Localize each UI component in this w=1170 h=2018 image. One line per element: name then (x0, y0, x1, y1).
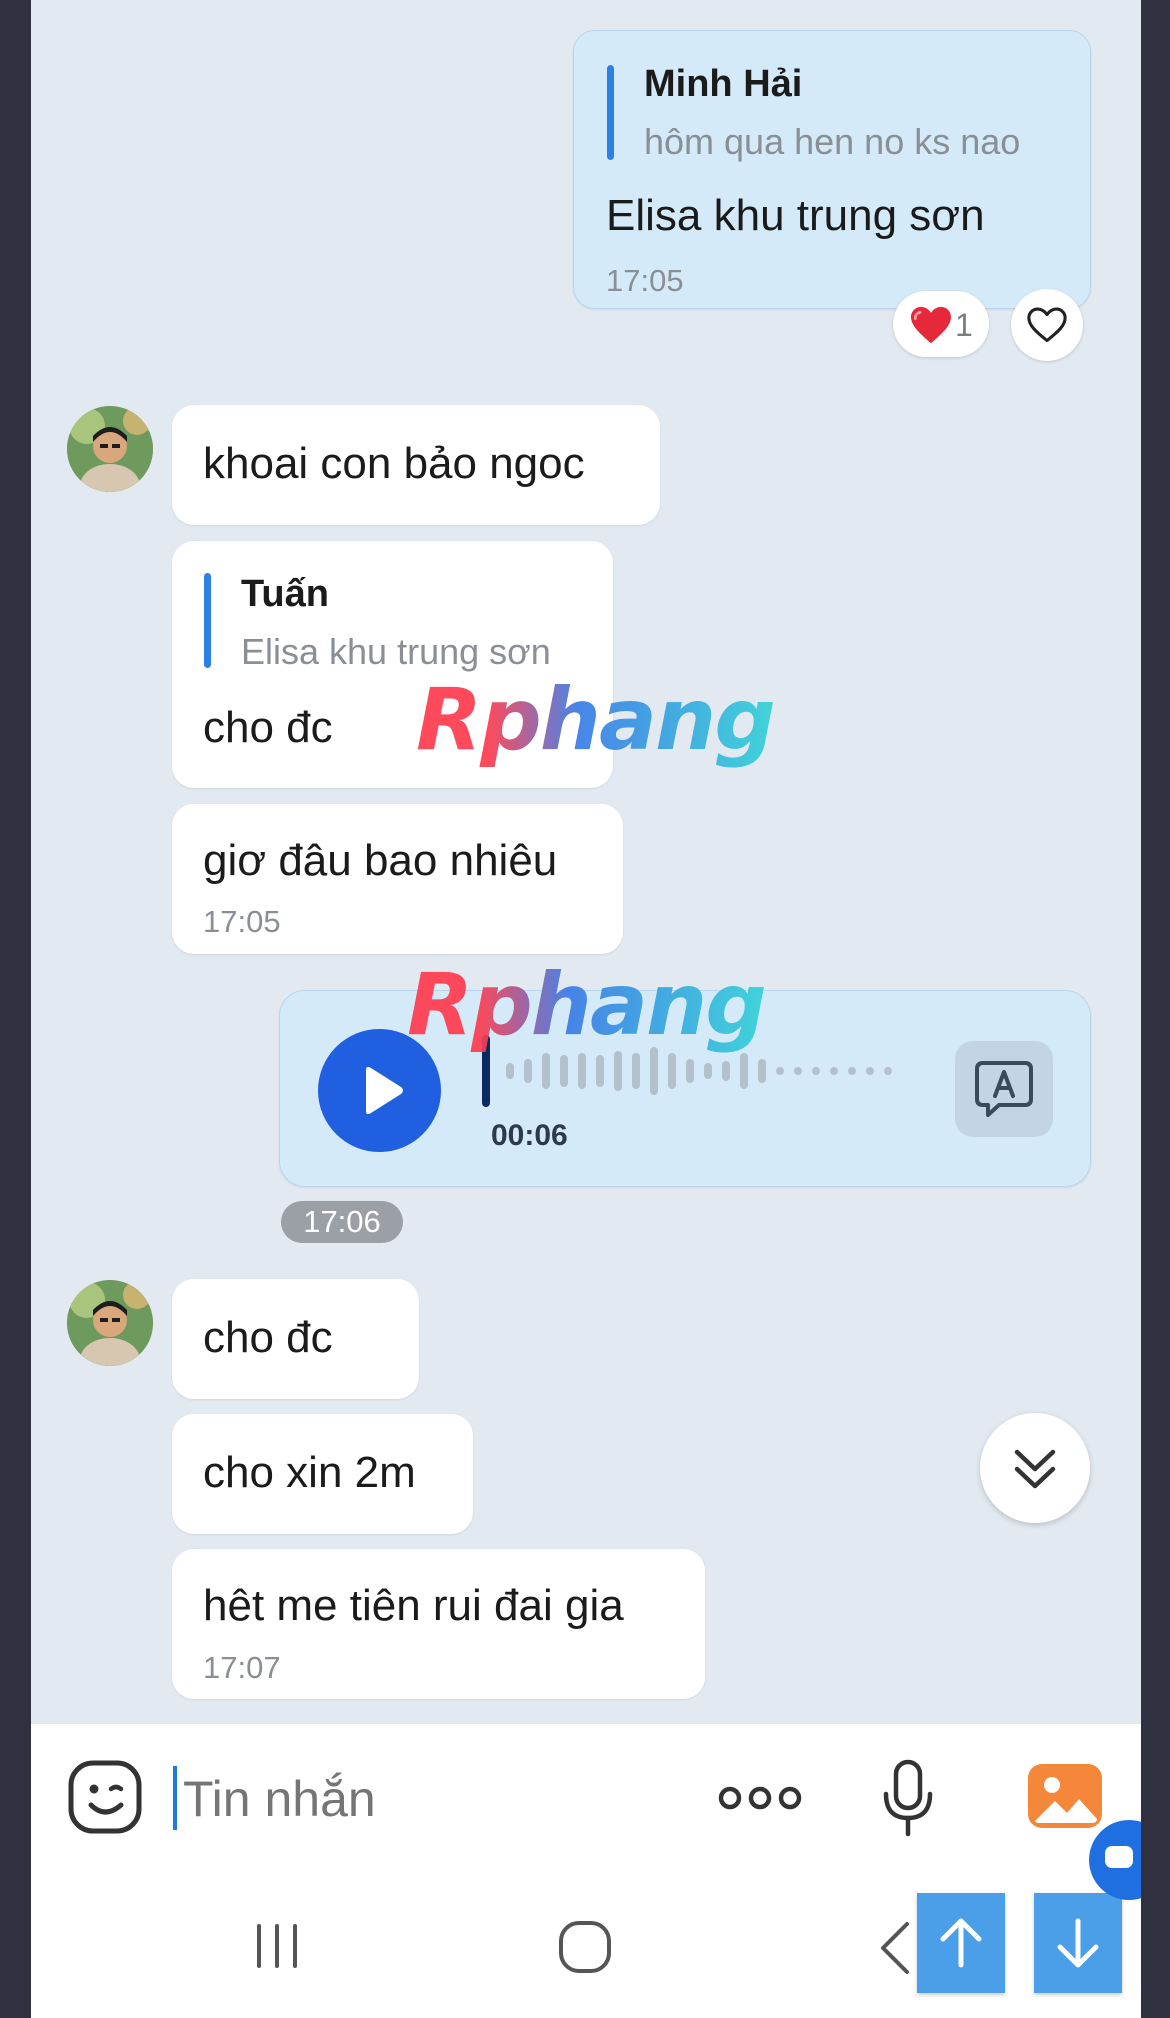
recent-apps-button[interactable] (249, 1918, 305, 1974)
back-icon (881, 1922, 909, 1974)
quote-author: Minh Hải (644, 63, 803, 105)
text-cursor (173, 1766, 177, 1830)
message-text: cho xin 2m (203, 1448, 416, 1497)
voice-record-button[interactable] (879, 1758, 937, 1838)
message-time: 17:07 (203, 1650, 281, 1685)
transcribe-button[interactable] (955, 1041, 1053, 1137)
message-time: 17:05 (606, 263, 684, 298)
back-button[interactable] (873, 1918, 917, 1978)
watermark: Rphang (416, 670, 776, 770)
avatar[interactable] (67, 406, 153, 492)
received-message-bubble[interactable]: khoai con bảo ngoc (172, 405, 660, 525)
emoji-button[interactable] (67, 1759, 143, 1835)
received-message-bubble[interactable]: hêt me tiên rui đai gia 17:07 (172, 1549, 705, 1699)
received-message-bubble[interactable]: cho xin 2m (172, 1414, 473, 1534)
message-input[interactable] (181, 1760, 685, 1838)
reaction-count: 1 (955, 307, 973, 343)
received-message-bubble[interactable]: cho đc (172, 1279, 419, 1399)
watermark: Rphang (407, 955, 767, 1055)
avatar-image (67, 1280, 153, 1366)
emoji-icon (68, 1760, 142, 1834)
transcribe-icon (975, 1061, 1033, 1117)
heart-reaction-icon (911, 306, 951, 344)
quote-text: Elisa khu trung sơn (241, 631, 551, 672)
quote-author: Tuấn (241, 573, 329, 615)
system-navigation-bar (31, 1874, 1141, 2018)
message-text: khoai con bảo ngoc (203, 439, 585, 488)
heart-icon (1027, 307, 1067, 343)
voice-duration: 00:06 (491, 1119, 568, 1152)
more-dots-icon (718, 1786, 802, 1810)
avatar-image (67, 406, 153, 492)
message-text: cho đc (203, 703, 333, 752)
arrow-down-icon (1057, 1918, 1099, 1968)
message-text: cho đc (203, 1313, 333, 1362)
received-message-bubble[interactable]: giơ đâu bao nhiêu 17:05 (172, 804, 623, 954)
message-composer (31, 1724, 1141, 1874)
quote-bar (204, 573, 211, 668)
double-chevron-down-icon (1014, 1449, 1056, 1489)
quote-text: hôm qua hen no ks nao (644, 121, 1021, 162)
microphone-icon (883, 1759, 933, 1837)
message-text: giơ đâu bao nhiêu (203, 836, 558, 885)
scroll-to-bottom-button[interactable] (980, 1413, 1090, 1523)
scroll-up-button[interactable] (917, 1893, 1005, 1993)
avatar[interactable] (67, 1280, 153, 1366)
arrow-up-icon (940, 1918, 982, 1968)
reaction-summary[interactable]: 1 (893, 291, 989, 357)
more-button[interactable] (715, 1770, 805, 1826)
react-button[interactable] (1011, 289, 1083, 361)
home-icon (559, 1921, 611, 1973)
chat-bubble-icon (1105, 1846, 1133, 1868)
message-text: hêt me tiên rui đai gia (203, 1581, 624, 1630)
chat-screen: Minh Hải hôm qua hen no ks nao Elisa khu… (31, 0, 1141, 2018)
message-text: Elisa khu trung sơn (606, 191, 985, 240)
quote-bar (607, 65, 614, 160)
sent-message-bubble[interactable]: Minh Hải hôm qua hen no ks nao Elisa khu… (573, 30, 1091, 309)
recent-apps-icon (257, 1924, 297, 1968)
home-button[interactable] (556, 1918, 614, 1976)
scroll-down-button[interactable] (1034, 1893, 1122, 1993)
floating-chat-head[interactable] (1089, 1820, 1141, 1900)
message-time: 17:06 (281, 1201, 403, 1243)
message-time: 17:05 (203, 904, 281, 939)
